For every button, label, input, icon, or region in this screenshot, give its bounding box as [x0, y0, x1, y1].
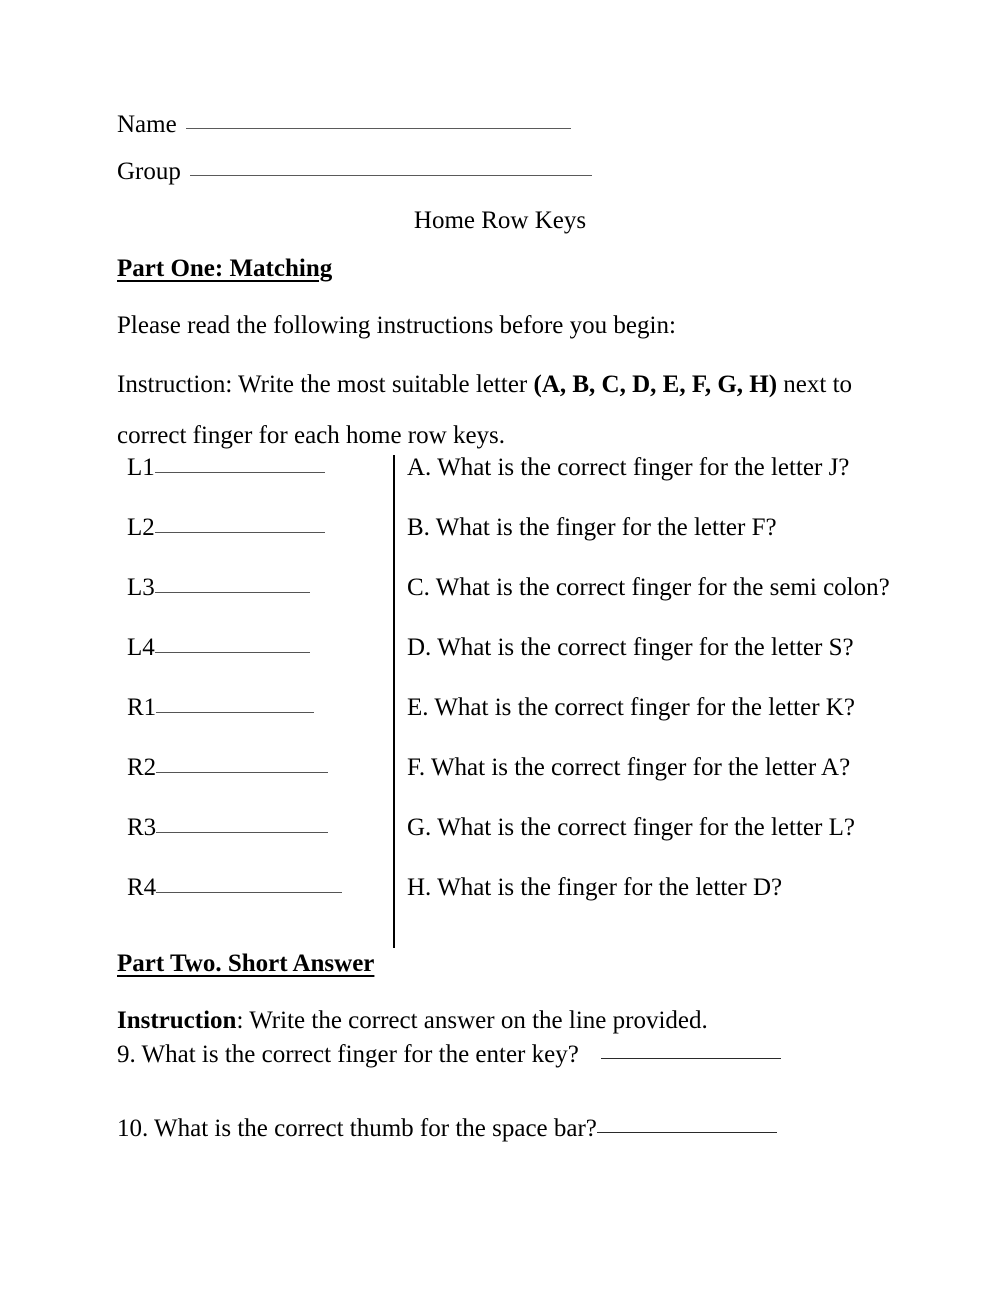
matching-slot-r2[interactable]: R2 [127, 755, 377, 815]
matching-answer-line[interactable] [156, 712, 315, 713]
matching-slot-label: R4 [127, 874, 157, 901]
column-divider [393, 455, 395, 948]
page-title: Home Row Keys [413, 207, 587, 234]
matching-slot-label: L1 [127, 454, 155, 481]
matching-question-b: B. What is the finger for the letter F? [407, 514, 777, 541]
matching-question-h: H. What is the finger for the letter D? [407, 874, 783, 901]
matching-answer-line[interactable] [154, 592, 310, 593]
matching-slot-l3[interactable]: L3 [127, 575, 377, 635]
identification-block: Name Group [117, 112, 637, 206]
matching-slot-label: L4 [127, 634, 155, 661]
short-answer-line[interactable] [600, 1058, 781, 1059]
matching-slot-l2[interactable]: L2 [127, 515, 377, 575]
matching-answer-line[interactable] [154, 472, 325, 473]
matching-question-c: C. What is the correct finger for the se… [407, 574, 890, 601]
matching-answer-line[interactable] [154, 652, 310, 653]
name-field-row: Name [117, 112, 637, 159]
part-two-instruction-text: Instruction: Write the correct answer on… [117, 995, 917, 1046]
matching-slot-l4[interactable]: L4 [127, 635, 377, 695]
group-input-line[interactable] [189, 175, 592, 176]
short-answer-question-9: 9. What is the correct finger for the en… [117, 1042, 781, 1067]
short-answer-line[interactable] [596, 1132, 777, 1133]
short-answer-question-text: 10. What is the correct thumb for the sp… [117, 1115, 597, 1142]
matching-question-f: F. What is the correct finger for the le… [407, 754, 851, 781]
matching-question-a: A. What is the correct finger for the le… [407, 454, 850, 481]
matching-slot-label: L3 [127, 574, 155, 601]
group-field-label: Group [117, 158, 181, 185]
part-two-heading: Part Two. Short Answer [117, 950, 375, 977]
matching-slot-r1[interactable]: R1 [127, 695, 377, 755]
worksheet-page: Name Group Home Row Keys Part One: Match… [0, 0, 1000, 1291]
matching-question-d: D. What is the correct finger for the le… [407, 634, 854, 661]
read-instructions-text: Please read the following instructions b… [117, 312, 676, 339]
matching-slot-label: L2 [127, 514, 155, 541]
matching-answer-column: L1 L2 L3 L4 R1 R2 R3 R4 [127, 455, 377, 935]
matching-slot-label: R3 [127, 814, 157, 841]
matching-answer-line[interactable] [156, 832, 329, 833]
matching-slot-r3[interactable]: R3 [127, 815, 377, 875]
instruction-label: Instruction [117, 1007, 237, 1034]
matching-answer-line[interactable] [154, 532, 325, 533]
matching-answer-line[interactable] [156, 892, 343, 893]
matching-question-g: G. What is the correct finger for the le… [407, 814, 855, 841]
matching-answer-line[interactable] [156, 772, 329, 773]
group-field-row: Group [117, 159, 637, 206]
part-one-instruction-text: Instruction: Write the most suitable let… [117, 359, 877, 461]
matching-section: L1 L2 L3 L4 R1 R2 R3 R4 A. What is the c… [0, 455, 1000, 950]
matching-slot-r4[interactable]: R4 [127, 875, 377, 935]
matching-question-column: A. What is the correct finger for the le… [407, 455, 947, 935]
short-answer-question-text: 9. What is the correct finger for the en… [117, 1041, 579, 1068]
matching-slot-label: R2 [127, 754, 157, 781]
instruction-body: : Write the correct answer on the line p… [236, 1007, 708, 1034]
instruction-letter-choices: (A, B, C, D, E, F, G, H) [533, 371, 778, 398]
part-one-heading: Part One: Matching [117, 255, 333, 282]
matching-question-e: E. What is the correct finger for the le… [407, 694, 855, 721]
matching-slot-label: R1 [127, 694, 157, 721]
instruction-prefix: Instruction: Write the most suitable let… [117, 371, 534, 398]
short-answer-question-10: 10. What is the correct thumb for the sp… [117, 1116, 777, 1141]
name-input-line[interactable] [185, 128, 571, 129]
name-field-label: Name [117, 111, 177, 138]
matching-slot-l1[interactable]: L1 [127, 455, 377, 515]
